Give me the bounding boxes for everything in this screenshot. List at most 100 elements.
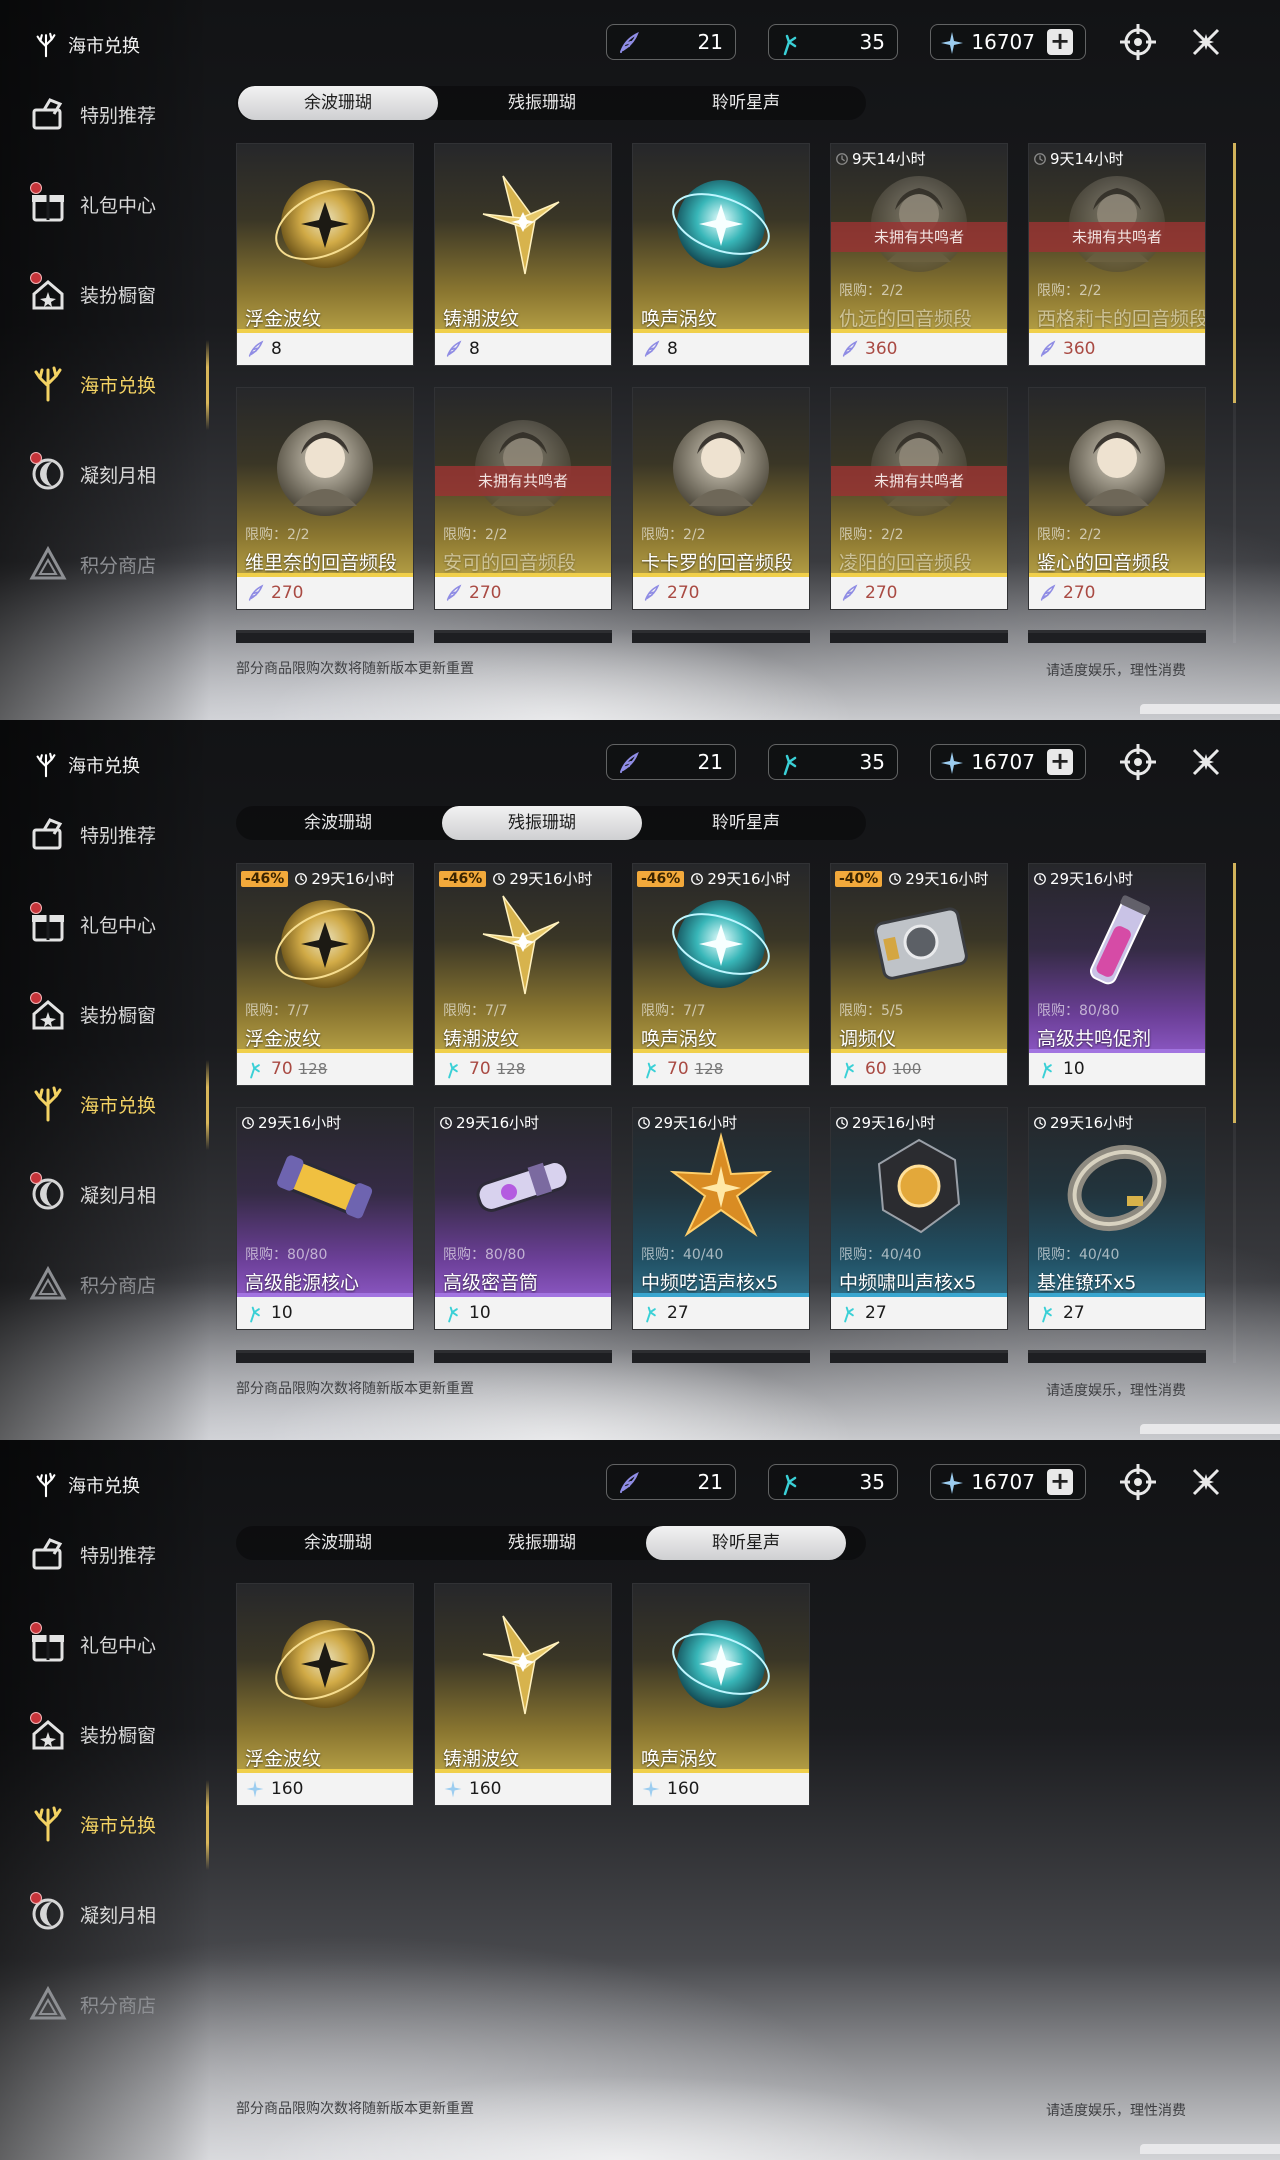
purchase-limit: 限购：7/7 xyxy=(641,1003,706,1019)
close-button[interactable] xyxy=(1186,1462,1226,1502)
original-price: 128 xyxy=(496,1060,526,1078)
gift-icon xyxy=(28,182,68,224)
brand-title: 海市兑换 xyxy=(68,1476,140,1497)
product-card[interactable]: 29天16小时 限购：40/40 中频啸叫声核x5 27 xyxy=(830,1107,1008,1330)
energy-core-icon xyxy=(265,1126,385,1246)
product-card[interactable]: 浮金波纹 160 xyxy=(236,1583,414,1806)
sidebar-item-gift[interactable]: 礼包中心 xyxy=(28,1616,208,1672)
product-card[interactable]: 唤声涡纹 8 xyxy=(632,143,810,366)
product-price: 8 xyxy=(469,339,480,359)
sidebar-item-outfit[interactable]: 装扮橱窗 xyxy=(28,266,208,322)
product-card[interactable]: 限购：2/2 卡卡罗的回音频段 270 xyxy=(632,387,810,610)
sidebar-item-exchange[interactable]: 海市兑换 xyxy=(28,1076,208,1132)
tab-astrite-listen[interactable]: 聆听星声 xyxy=(646,86,846,120)
sidebar-item-gift[interactable]: 礼包中心 xyxy=(28,176,208,232)
product-card[interactable]: 限购：2/2 维里奈的回音频段 270 xyxy=(236,387,414,610)
tuner-device-icon xyxy=(859,882,979,1002)
sidebar-item-special[interactable]: 特别推荐 xyxy=(28,86,208,142)
feather-coral-icon xyxy=(615,30,641,56)
sidebar-item-points[interactable]: 积分商店 xyxy=(28,536,208,592)
sidebar-item-outfit[interactable]: 装扮橱窗 xyxy=(28,986,208,1042)
product-price: 70 xyxy=(271,1059,293,1079)
add-currency-button[interactable]: + xyxy=(1047,1469,1073,1495)
product-card[interactable]: 浮金波纹 8 xyxy=(236,143,414,366)
close-button[interactable] xyxy=(1186,742,1226,782)
product-price: 27 xyxy=(865,1303,887,1323)
tab-astrite-listen[interactable]: 聆听星声 xyxy=(646,806,846,840)
portrait-icon xyxy=(661,406,781,526)
close-button[interactable] xyxy=(1186,22,1226,62)
scrollbar[interactable] xyxy=(1233,863,1236,1363)
moon-icon xyxy=(28,1892,68,1934)
scrollbar-thumb[interactable] xyxy=(1233,143,1236,403)
product-grid: 浮金波纹 8 铸潮波纹 8 唤声涡纹 8 9天14小时 未拥有共鸣者 限购：2/… xyxy=(236,143,1216,643)
tab-oscillated-coral[interactable]: 残振珊瑚 xyxy=(442,1526,642,1560)
product-card[interactable]: -46% 29天16小时 限购：7/7 唤声涡纹 70 128 xyxy=(632,863,810,1086)
sidebar-item-special[interactable]: 特别推荐 xyxy=(28,1526,208,1582)
sidebar-item-moon[interactable]: 凝刻月相 xyxy=(28,1166,208,1222)
sidebar-item-exchange[interactable]: 海市兑换 xyxy=(28,1796,208,1852)
timer: -46% 29天16小时 xyxy=(439,868,593,889)
product-card[interactable]: -46% 29天16小时 限购：7/7 铸潮波纹 70 128 xyxy=(434,863,612,1086)
target-icon xyxy=(1118,742,1158,782)
gift-icon xyxy=(28,902,68,944)
product-title: 高级共鸣促剂 xyxy=(1037,1028,1152,1050)
tab-oscillated-coral[interactable]: 残振珊瑚 xyxy=(442,86,642,120)
shop-panel-astrite: 海市兑换 特别推荐 礼包中心 装扮橱窗 海市兑换 凝刻月相 积分商店 21 35… xyxy=(0,1440,1280,2160)
product-card[interactable]: 铸潮波纹 160 xyxy=(434,1583,612,1806)
product-card[interactable]: 29天16小时 限购：80/80 高级能源核心 10 xyxy=(236,1107,414,1330)
product-price: 8 xyxy=(271,339,282,359)
sidebar-item-points[interactable]: 积分商店 xyxy=(28,1256,208,1312)
notification-dot xyxy=(30,1172,42,1184)
target-button[interactable] xyxy=(1118,742,1158,782)
tab-oscillated-coral[interactable]: 残振珊瑚 xyxy=(442,806,642,840)
product-card[interactable]: 29天16小时 限购：80/80 高级密音筒 10 xyxy=(434,1107,612,1330)
tab-residual-coral[interactable]: 余波珊瑚 xyxy=(238,86,438,120)
add-currency-button[interactable]: + xyxy=(1047,29,1073,55)
sidebar-item-exchange[interactable]: 海市兑换 xyxy=(28,356,208,412)
golden-blade-icon xyxy=(463,1602,583,1722)
scrollbar[interactable] xyxy=(1233,143,1236,643)
product-title: 铸潮波纹 xyxy=(443,1028,520,1050)
timer: 29天16小时 xyxy=(835,1112,935,1133)
feather-coral-icon xyxy=(839,583,859,603)
target-button[interactable] xyxy=(1118,22,1158,62)
product-title: 维里奈的回音频段 xyxy=(245,552,398,574)
sidebar-item-label: 积分商店 xyxy=(80,1274,157,1297)
sidebar-item-moon[interactable]: 凝刻月相 xyxy=(28,446,208,502)
product-card[interactable]: 29天16小时 限购：80/80 高级共鸣促剂 10 xyxy=(1028,863,1206,1086)
notification-dot xyxy=(30,902,42,914)
product-card[interactable]: -46% 29天16小时 限购：7/7 浮金波纹 70 128 xyxy=(236,863,414,1086)
tab-astrite-listen[interactable]: 聆听星声 xyxy=(646,1526,846,1560)
sidebar-item-points[interactable]: 积分商店 xyxy=(28,1976,208,2032)
product-card[interactable]: 29天16小时 限购：40/40 中频呓语声核x5 27 xyxy=(632,1107,810,1330)
product-card[interactable]: 铸潮波纹 8 xyxy=(434,143,612,366)
teal-coral-icon xyxy=(777,750,803,776)
footer-reset-note: 部分商品限购次数将随新版本更新重置 xyxy=(236,1381,474,1397)
sidebar-item-outfit[interactable]: 装扮橱窗 xyxy=(28,1706,208,1762)
product-price: 270 xyxy=(1063,583,1096,603)
product-card[interactable]: 未拥有共鸣者 限购：2/2 凌阳的回音频段 270 xyxy=(830,387,1008,610)
tab-residual-coral[interactable]: 余波珊瑚 xyxy=(238,1526,438,1560)
product-card[interactable]: 限购：2/2 鉴心的回音频段 270 xyxy=(1028,387,1206,610)
sidebar: 海市兑换 特别推荐 礼包中心 装扮橱窗 海市兑换 凝刻月相 积分商店 xyxy=(0,0,210,720)
product-card[interactable]: 9天14小时 未拥有共鸣者 限购：2/2 仇远的回音频段 360 xyxy=(830,143,1008,366)
product-card[interactable]: 唤声涡纹 160 xyxy=(632,1583,810,1806)
scrollbar-thumb[interactable] xyxy=(1233,863,1236,1123)
house-star-icon xyxy=(28,992,68,1034)
sidebar-item-special[interactable]: 特别推荐 xyxy=(28,806,208,862)
target-button[interactable] xyxy=(1118,1462,1158,1502)
product-grid: 浮金波纹 160 铸潮波纹 160 唤声涡纹 160 xyxy=(236,1583,1216,2083)
product-card[interactable]: -40% 29天16小时 限购：5/5 调频仪 60 100 xyxy=(830,863,1008,1086)
product-card[interactable]: 9天14小时 未拥有共鸣者 限购：2/2 西格莉卡的回音频段 360 xyxy=(1028,143,1206,366)
product-card[interactable]: 29天16小时 限购：40/40 基准镣环x5 27 xyxy=(1028,1107,1206,1330)
tab-residual-coral[interactable]: 余波珊瑚 xyxy=(238,806,438,840)
teal-coral-icon xyxy=(777,1470,803,1496)
sidebar-item-gift[interactable]: 礼包中心 xyxy=(28,896,208,952)
clock-icon xyxy=(637,1116,651,1130)
product-card[interactable]: 未拥有共鸣者 限购：2/2 安可的回音频段 270 xyxy=(434,387,612,610)
teal-orb-icon xyxy=(661,882,781,1002)
currency-value: 35 xyxy=(859,30,885,54)
add-currency-button[interactable]: + xyxy=(1047,749,1073,775)
sidebar-item-moon[interactable]: 凝刻月相 xyxy=(28,1886,208,1942)
